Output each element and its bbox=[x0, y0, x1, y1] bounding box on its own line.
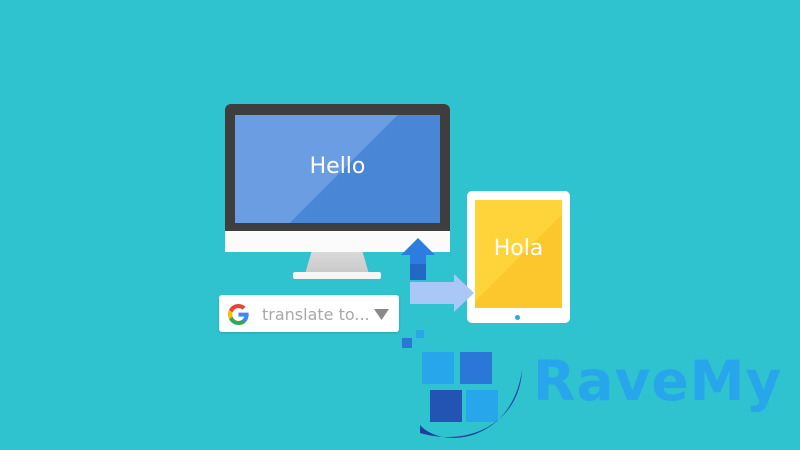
tablet-home-button bbox=[515, 315, 520, 320]
monitor-base bbox=[293, 272, 381, 279]
watermark-text: RaveMy bbox=[533, 349, 783, 413]
sync-arrows-icon bbox=[401, 238, 474, 312]
monitor-stand bbox=[305, 252, 369, 274]
tablet-screen-text: Hola bbox=[493, 236, 544, 261]
google-g-icon bbox=[227, 303, 249, 326]
monitor-screen-text: Hello bbox=[309, 154, 366, 179]
ravemy-logo-icon bbox=[402, 330, 522, 438]
translate-placeholder: translate to... bbox=[262, 305, 370, 324]
dropdown-arrow-icon[interactable] bbox=[374, 309, 389, 320]
